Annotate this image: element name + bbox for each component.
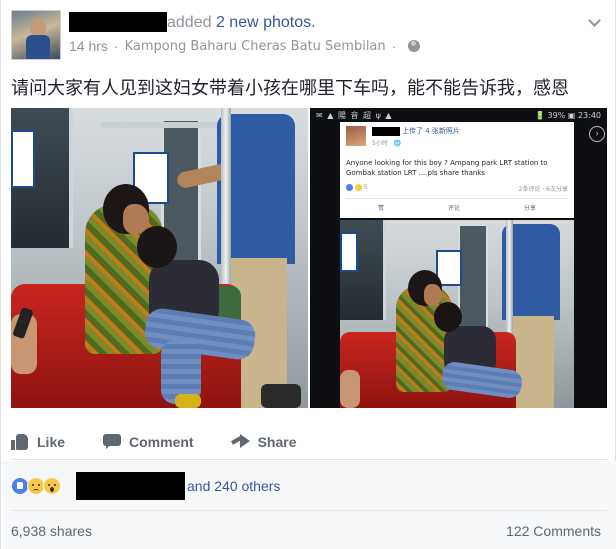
- share-arrow-icon: [232, 433, 250, 450]
- boy-shoe: [175, 394, 201, 408]
- boy-head: [434, 302, 462, 332]
- wow-icon[interactable]: [43, 477, 61, 495]
- comment-button[interactable]: Comment: [103, 433, 194, 450]
- train-sign: [340, 232, 358, 272]
- post-action-line: added 2 new photos.: [167, 14, 316, 32]
- post-photo-1[interactable]: [11, 108, 308, 408]
- embedded-train-scene: [340, 220, 574, 408]
- redacted-reactor-names[interactable]: [76, 472, 185, 500]
- embedded-post-card: 上传了 4 张新照片 5小时 · 🌐 Anyone looking for th…: [340, 122, 574, 218]
- reaction-others-link[interactable]: and 240 others: [187, 478, 280, 494]
- share-label: Share: [257, 433, 297, 450]
- facebook-post: added 2 new photos. 14 hrs · Kampong Bah…: [0, 0, 616, 549]
- embedded-stats: 2条评论 · 6次分享: [518, 186, 568, 193]
- embedded-comment-button: 评论: [447, 205, 460, 212]
- meta-separator-2: ·: [391, 38, 397, 54]
- boy-head: [137, 226, 177, 268]
- avatar-figure-body: [26, 35, 50, 59]
- chevron-down-icon[interactable]: [587, 14, 603, 30]
- like-label: Like: [37, 433, 66, 450]
- reaction-icons[interactable]: [11, 474, 61, 498]
- comment-count[interactable]: 122 Comments: [506, 523, 601, 539]
- like-button[interactable]: Like: [11, 433, 66, 450]
- embedded-text: Anyone looking for this boy ? Ampang par…: [346, 159, 548, 177]
- post-photo-2[interactable]: ✉ ▲ 陽 音 超 ψ ▲ 🔋 39% ▣ 23:40 上传了 4 张新照片 5…: [310, 108, 607, 408]
- section-divider: [11, 510, 607, 511]
- embedded-reaction-count: 5: [364, 184, 368, 191]
- globe-icon[interactable]: [408, 40, 421, 52]
- woman-face: [424, 284, 442, 306]
- post-timestamp[interactable]: 14 hrs: [69, 38, 108, 54]
- status-icons-right: 🔋 39% ▣ 23:40: [535, 110, 601, 120]
- embedded-redacted-name: [372, 127, 400, 136]
- author-avatar[interactable]: [11, 10, 61, 60]
- thumbs-up-icon: [11, 433, 29, 450]
- embedded-action-bar: 赞 评论 分享: [346, 198, 568, 212]
- comment-label: Comment: [129, 433, 194, 450]
- embedded-sad-icon: [355, 184, 362, 191]
- embedded-action: 上传了 4 张新照片: [402, 127, 460, 135]
- embedded-share-button: 分享: [523, 205, 536, 212]
- train-interior-scene: [11, 108, 308, 408]
- new-photos-link[interactable]: 2 new photos.: [216, 14, 316, 31]
- embedded-like-icon: [346, 184, 353, 191]
- redacted-author-name[interactable]: [69, 12, 167, 32]
- passenger-hand: [340, 370, 360, 408]
- phone-status-bar: ✉ ▲ 陽 音 超 ψ ▲ 🔋 39% ▣ 23:40: [310, 108, 607, 122]
- post-action-bar: Like Comment Share: [11, 424, 607, 460]
- train-sign: [11, 130, 35, 188]
- share-circle-icon: ›: [589, 126, 605, 142]
- embedded-avatar: [346, 126, 366, 146]
- embedded-reactions: 5: [346, 184, 367, 191]
- embedded-time: 5小时 · 🌐: [372, 140, 402, 147]
- post-action-verb: added: [167, 14, 212, 31]
- embedded-like-button: 赞: [377, 205, 384, 212]
- passenger-feet: [261, 384, 301, 408]
- post-text: 请问大家有人见到这妇女带着小孩在哪里下车吗，能不能告诉我，感恩: [11, 78, 569, 99]
- post-location[interactable]: Kampong Baharu Cheras Batu Sembilan: [125, 39, 386, 54]
- meta-separator: ·: [113, 38, 119, 54]
- comment-bubble-icon: [103, 433, 122, 450]
- post-meta: 14 hrs · Kampong Baharu Cheras Batu Semb…: [69, 38, 421, 54]
- status-icons-left: ✉ ▲ 陽 音 超 ψ ▲: [316, 110, 393, 120]
- share-button[interactable]: Share: [232, 433, 297, 450]
- share-count[interactable]: 6,938 shares: [11, 523, 92, 539]
